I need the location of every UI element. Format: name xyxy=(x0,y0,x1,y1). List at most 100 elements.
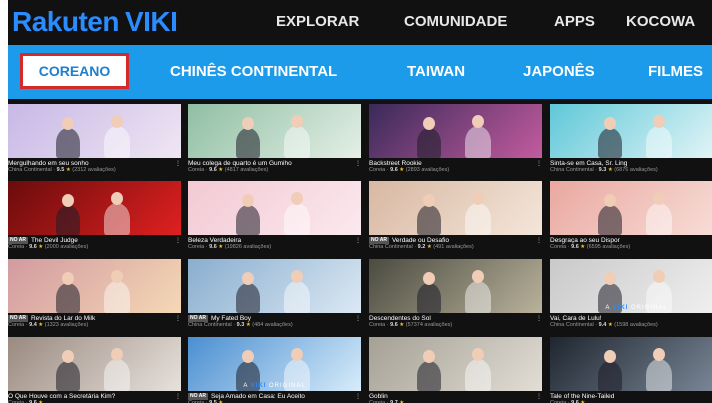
tab-coreano[interactable]: COREANO xyxy=(20,53,129,89)
show-thumbnail[interactable] xyxy=(188,104,361,158)
more-options-icon[interactable]: ⋮ xyxy=(175,393,181,400)
card-title-row: NO AR The Devil Judge ⋮ xyxy=(8,236,181,244)
thumbnail-figures xyxy=(8,337,181,391)
show-card[interactable]: Desgraça ao seu Dispor⋮Coreia · 9.6 ★ (6… xyxy=(550,181,712,251)
original-suffix: ORIGINAL xyxy=(269,383,306,389)
show-title[interactable]: Vai, Cara de Lulu! xyxy=(550,315,712,322)
show-card[interactable]: O Que Houve com a Secretária Kim? ⋮ Coreia… xyxy=(8,337,181,403)
show-thumbnail[interactable] xyxy=(550,181,712,235)
show-title[interactable]: Meu colega de quarto é um Gumiho xyxy=(188,160,355,167)
show-thumbnail[interactable]: A VIKI ORIGINAL xyxy=(188,337,361,391)
more-options-icon[interactable]: ⋮ xyxy=(536,160,542,167)
show-card[interactable]: Beleza Verdadeira ⋮ Coreia · 9.6 ★ (19826 … xyxy=(188,181,361,251)
nav-kocowa[interactable]: KOCOWA xyxy=(626,13,695,30)
show-card[interactable]: A VIKI ORIGINAL NO AR Seja Amado em Casa: … xyxy=(188,337,361,403)
show-title[interactable]: Revista do Lar do Milk xyxy=(31,315,175,322)
show-thumbnail[interactable] xyxy=(550,337,712,391)
show-title[interactable]: Verdade ou Desafio xyxy=(392,237,536,244)
more-options-icon[interactable]: ⋮ xyxy=(175,160,181,167)
show-score: 9.6 xyxy=(390,167,398,173)
original-brand: VIKI xyxy=(612,305,629,311)
figure-head xyxy=(291,348,303,361)
show-thumbnail[interactable] xyxy=(8,259,181,313)
show-meta: China Continental · 9.3 ★ (484 avaliaçõe… xyxy=(188,322,361,329)
show-score: 9.2 xyxy=(417,244,426,250)
more-options-icon[interactable]: ⋮ xyxy=(355,315,361,322)
show-score: 9.4 xyxy=(29,322,37,328)
show-thumbnail[interactable] xyxy=(188,259,361,313)
on-air-badge: NO AR xyxy=(369,236,389,244)
show-thumbnail[interactable] xyxy=(369,337,542,391)
show-card[interactable]: NO AR The Devil Judge ⋮ Coreia · 9.6 ★ (200… xyxy=(8,181,181,251)
more-options-icon[interactable]: ⋮ xyxy=(536,237,542,244)
more-options-icon[interactable]: ⋮ xyxy=(536,315,542,322)
thumbnail-figures xyxy=(8,181,181,235)
figure-silhouette xyxy=(646,203,672,235)
tab-japones[interactable]: JAPONÊS xyxy=(523,63,595,80)
thumbnail-figures xyxy=(550,337,712,391)
show-title[interactable]: Mergulhando em seu sonho xyxy=(8,160,175,167)
nav-explorar[interactable]: EXPLORAR xyxy=(276,13,359,30)
figure-silhouette xyxy=(465,203,491,235)
figure-head xyxy=(653,192,665,205)
show-title[interactable]: Beleza Verdadeira xyxy=(188,237,355,244)
show-thumbnail[interactable] xyxy=(8,181,181,235)
show-title[interactable]: Tale of the Nine-Tailed xyxy=(550,393,712,400)
show-card[interactable]: Descendentes do Sol ⋮ Coreia · 9.6 ★ (5737… xyxy=(369,259,542,329)
nav-apps[interactable]: APPS xyxy=(554,13,595,30)
show-thumbnail[interactable] xyxy=(369,181,542,235)
show-card[interactable]: Mergulhando em seu sonho ⋮ China Continent… xyxy=(8,104,181,174)
show-title[interactable]: O Que Houve com a Secretária Kim? xyxy=(8,393,175,400)
show-card[interactable]: Backstreet Rookie ⋮ Coreia · 9.6 ★ (2893 a… xyxy=(369,104,542,174)
more-options-icon[interactable]: ⋮ xyxy=(536,393,542,400)
show-thumbnail[interactable] xyxy=(369,104,542,158)
tab-chines-continental[interactable]: CHINÊS CONTINENTAL xyxy=(170,63,337,80)
show-card[interactable]: Sinta-se em Casa, Sr. Ling⋮China Contine… xyxy=(550,104,712,174)
show-thumbnail[interactable] xyxy=(8,337,181,391)
thumbnail-figures xyxy=(188,104,361,158)
show-title[interactable]: Desgraça ao seu Dispor xyxy=(550,237,712,244)
show-thumbnail[interactable] xyxy=(188,181,361,235)
show-title[interactable]: Seja Amado em Casa: Eu Aceito xyxy=(211,393,355,400)
show-title[interactable]: Descendentes do Sol xyxy=(369,315,536,322)
show-title[interactable]: Sinta-se em Casa, Sr. Ling xyxy=(550,160,712,167)
show-title[interactable]: Backstreet Rookie xyxy=(369,160,536,167)
card-title-row: Vai, Cara de Lulu!⋮ xyxy=(550,314,712,322)
star-icon: ★ xyxy=(426,244,432,250)
figure-head xyxy=(423,117,435,130)
more-options-icon[interactable]: ⋮ xyxy=(175,237,181,244)
figure-head xyxy=(472,270,484,283)
show-card[interactable]: A VIKI ORIGINAL Vai, Cara de Lulu!⋮China … xyxy=(550,259,712,329)
show-thumbnail[interactable] xyxy=(550,104,712,158)
show-card[interactable]: Goblin ⋮ Coreia · 9.7 ★ xyxy=(369,337,542,403)
more-options-icon[interactable]: ⋮ xyxy=(355,160,361,167)
show-score: 9.6 xyxy=(209,244,217,250)
figure-silhouette xyxy=(417,361,441,391)
show-title[interactable]: Goblin xyxy=(369,393,536,400)
show-thumbnail[interactable]: A VIKI ORIGINAL xyxy=(550,259,712,313)
show-card[interactable]: NO AR Verdade ou Desafio ⋮ China Continenta… xyxy=(369,181,542,251)
rakuten-viki-logo[interactable]: Rakuten VIKI xyxy=(12,5,178,39)
tab-filmes[interactable]: FILMES xyxy=(648,63,703,80)
show-title[interactable]: The Devil Judge xyxy=(31,237,175,244)
show-card[interactable]: NO AR My Fated Boy ⋮ China Continental · 9.… xyxy=(188,259,361,329)
figure-silhouette xyxy=(104,359,130,391)
meta-separator: · xyxy=(595,167,598,173)
meta-separator: · xyxy=(567,244,570,250)
show-card[interactable]: Meu colega de quarto é um Gumiho ⋮ Coreia … xyxy=(188,104,361,174)
show-card[interactable]: NO AR Revista do Lar do Milk ⋮ Coreia · 9.4… xyxy=(8,259,181,329)
nav-comunidade[interactable]: COMUNIDADE xyxy=(404,13,507,30)
more-options-icon[interactable]: ⋮ xyxy=(355,393,361,400)
figure-silhouette xyxy=(56,283,80,313)
more-options-icon[interactable]: ⋮ xyxy=(175,315,181,322)
tab-taiwan[interactable]: TAIWAN xyxy=(407,63,465,80)
figure-head xyxy=(472,115,484,128)
show-thumbnail[interactable] xyxy=(8,104,181,158)
thumbnail-figures xyxy=(8,259,181,313)
figure-silhouette xyxy=(598,128,622,158)
more-options-icon[interactable]: ⋮ xyxy=(355,237,361,244)
meta-separator: · xyxy=(205,244,208,250)
show-card[interactable]: Tale of the Nine-Tailed⋮Coreia · 9.6 ★ xyxy=(550,337,712,403)
show-title[interactable]: My Fated Boy xyxy=(211,315,355,322)
show-thumbnail[interactable] xyxy=(369,259,542,313)
